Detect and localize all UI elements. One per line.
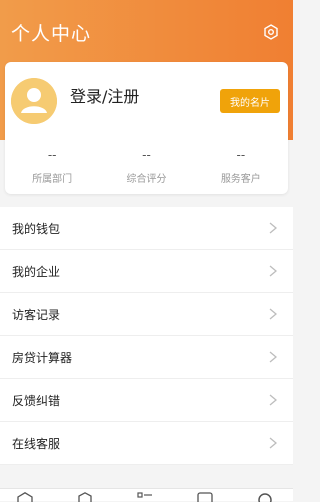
stat-rating: -- 综合评分	[99, 148, 193, 185]
stat-label: 服务客户	[220, 174, 261, 185]
list-icon[interactable]	[136, 492, 154, 502]
menu-item-feedback[interactable]: 反馈纠错	[0, 379, 293, 422]
stat-label: 综合评分	[126, 174, 167, 185]
menu-item-enterprise[interactable]: 我的企业	[0, 250, 293, 293]
box-icon[interactable]	[76, 492, 94, 502]
profile-card: 登录/注册 我的名片 -- 所属部门 -- 综合评分 -- 服务客户	[5, 62, 288, 194]
menu-item-label: 我的企业	[12, 264, 61, 279]
menu-item-online-service[interactable]: 在线客服	[0, 422, 293, 465]
stat-label: 所属部门	[32, 174, 73, 185]
page-title: 个人中心	[11, 23, 92, 45]
profile-stats: -- 所属部门 -- 综合评分 -- 服务客户	[5, 148, 288, 185]
stat-customers: -- 服务客户	[194, 148, 288, 185]
chevron-right-icon	[269, 222, 277, 234]
menu-item-label: 在线客服	[12, 436, 61, 451]
stat-value: --	[236, 148, 246, 162]
menu-item-visitor-records[interactable]: 访客记录	[0, 293, 293, 336]
menu-item-wallet[interactable]: 我的钱包	[0, 207, 293, 250]
home-icon[interactable]	[16, 492, 34, 502]
stat-value: --	[142, 148, 151, 162]
chevron-right-icon	[269, 265, 277, 277]
menu-list: 我的钱包 我的企业 访客记录 房贷计算器 反馈纠错 在线客服	[0, 207, 293, 465]
chevron-right-icon	[269, 308, 277, 320]
bottom-tabbar	[0, 488, 293, 502]
menu-item-label: 访客记录	[12, 307, 61, 322]
menu-item-mortgage-calculator[interactable]: 房贷计算器	[0, 336, 293, 379]
message-icon[interactable]	[196, 492, 214, 502]
chevron-right-icon	[269, 437, 277, 449]
my-namecard-button[interactable]: 我的名片	[220, 89, 280, 113]
user-avatar-icon[interactable]	[11, 78, 57, 124]
chevron-right-icon	[269, 351, 277, 363]
menu-item-label: 房贷计算器	[12, 350, 73, 365]
login-register-link[interactable]: 登录/注册	[70, 83, 139, 107]
stat-value: --	[47, 148, 57, 162]
stat-department: -- 所属部门	[5, 148, 99, 185]
menu-item-label: 我的钱包	[12, 221, 61, 236]
menu-item-label: 反馈纠错	[12, 393, 61, 408]
profile-icon[interactable]	[256, 492, 274, 502]
chevron-right-icon	[269, 394, 277, 406]
settings-icon[interactable]	[263, 24, 279, 40]
